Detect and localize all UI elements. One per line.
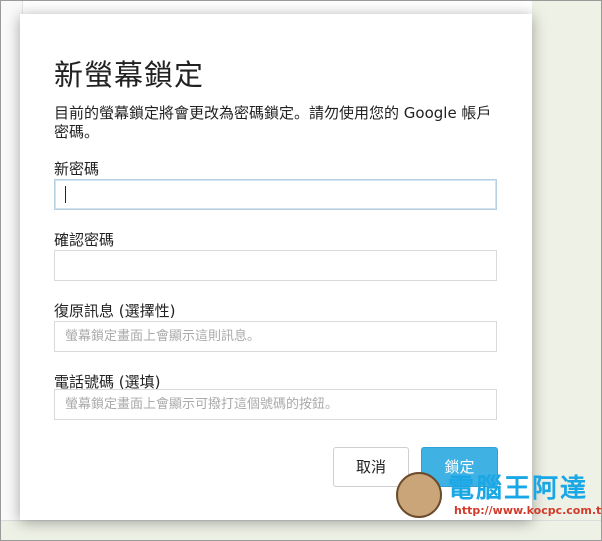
new-password-label: 新密碼 bbox=[54, 160, 100, 178]
confirm-password-field[interactable] bbox=[54, 250, 497, 281]
new-screen-lock-dialog: 新螢幕鎖定 目前的螢幕鎖定將會更改為密碼鎖定。請勿使用您的 Google 帳戶密… bbox=[20, 14, 532, 520]
confirm-password-label: 確認密碼 bbox=[54, 231, 115, 249]
dialog-title: 新螢幕鎖定 bbox=[54, 58, 205, 92]
dialog-description: 目前的螢幕鎖定將會更改為密碼鎖定。請勿使用您的 Google 帳戶密碼。 bbox=[54, 104, 492, 141]
recovery-message-label: 復原訊息 (選擇性) bbox=[54, 302, 176, 320]
watermark-title: 電腦王阿達 bbox=[448, 474, 589, 504]
recovery-message-field[interactable]: 螢幕鎖定畫面上會顯示這則訊息。 bbox=[54, 321, 497, 352]
mascot-face-icon bbox=[396, 472, 442, 518]
text-caret bbox=[65, 186, 66, 203]
site-watermark: 電腦王阿達 http://www.kocpc.com.tw bbox=[396, 466, 602, 524]
new-password-field[interactable] bbox=[54, 179, 497, 210]
phone-number-field[interactable]: 螢幕鎖定畫面上會顯示可撥打這個號碼的按鈕。 bbox=[54, 389, 497, 420]
watermark-url: http://www.kocpc.com.tw bbox=[454, 504, 602, 517]
